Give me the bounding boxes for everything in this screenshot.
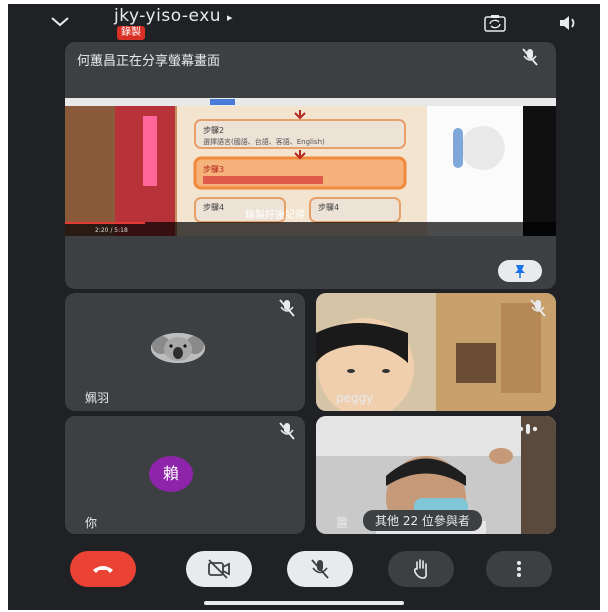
- mic-off-icon: [279, 422, 295, 440]
- meeting-code-text: jky-yiso-exu: [114, 6, 222, 26]
- more-vertical-icon: [517, 561, 521, 577]
- screen-step2: 步驟2: [203, 126, 224, 135]
- participant-name: 蕙: [336, 516, 349, 530]
- screen-time: 2:20 / 5:18: [95, 227, 128, 234]
- mic-toggle-button[interactable]: [287, 551, 353, 587]
- raise-hand-button[interactable]: [388, 551, 454, 587]
- participant-tile-1[interactable]: 姵羽: [65, 293, 305, 411]
- chevron-down-icon[interactable]: [48, 10, 72, 34]
- speaking-indicator-icon: [518, 424, 538, 434]
- presentation-label: 何蕙昌正在分享螢幕畫面: [77, 54, 221, 69]
- mic-off-icon: [522, 48, 538, 66]
- participant-tile-2[interactable]: peggy: [316, 293, 556, 411]
- meeting-info-arrow-icon: ▸: [227, 11, 234, 24]
- avatar: 賴: [149, 456, 193, 492]
- koala-avatar-image: [151, 333, 205, 363]
- participant-tile-self[interactable]: 賴 你: [65, 416, 305, 534]
- meet-screen: jky-yiso-exu ▸ 錄製 何蕙昌正在分享螢幕畫面 步驟2 選擇語言(國語…: [8, 4, 600, 610]
- end-call-button[interactable]: [70, 551, 136, 587]
- other-participants-button[interactable]: 其他 22 位參與者: [363, 510, 482, 531]
- participant-name: peggy: [336, 391, 374, 405]
- avatar: [151, 333, 205, 363]
- pin-button[interactable]: [498, 260, 542, 282]
- mic-off-icon: [530, 299, 546, 317]
- raise-hand-icon: [413, 559, 427, 579]
- presentation-tile[interactable]: 何蕙昌正在分享螢幕畫面 步驟2 選擇語言(國語、台語、客語、English) 步…: [65, 42, 556, 289]
- shared-screen-image: 步驟2 選擇語言(國語、台語、客語、English) 步驟3 步驟4 步驟4 錄…: [65, 98, 556, 236]
- pin-icon: [515, 265, 525, 278]
- camera-switch-icon[interactable]: [484, 14, 506, 32]
- top-bar: jky-yiso-exu ▸ 錄製: [8, 4, 600, 44]
- camera-toggle-button[interactable]: [186, 551, 252, 587]
- participant-tile-4[interactable]: 蕙 其他 22 位參與者: [316, 416, 556, 534]
- participant-name: 你: [85, 516, 98, 530]
- home-indicator[interactable]: [204, 601, 404, 605]
- mic-off-icon: [279, 299, 295, 317]
- participant-name: 姵羽: [85, 391, 110, 405]
- screen-step4b: 步驟4: [318, 203, 339, 212]
- screen-step4a: 步驟4: [203, 203, 224, 212]
- recording-badge: 錄製: [117, 26, 145, 40]
- shared-screen-content: 步驟2 選擇語言(國語、台語、客語、English) 步驟3 步驟4 步驟4 錄…: [65, 98, 556, 236]
- screen-step3: 步驟3: [203, 165, 224, 174]
- more-options-button[interactable]: [486, 551, 552, 587]
- mic-off-icon: [311, 559, 329, 579]
- screen-step2-text: 選擇語言(國語、台語、客語、English): [203, 137, 325, 146]
- screen-subtitle: 錄製好後記得: [245, 208, 305, 221]
- end-call-icon: [93, 566, 113, 573]
- camera-off-icon: [208, 559, 230, 579]
- meeting-code[interactable]: jky-yiso-exu ▸: [114, 6, 233, 26]
- speaker-icon[interactable]: [558, 14, 578, 32]
